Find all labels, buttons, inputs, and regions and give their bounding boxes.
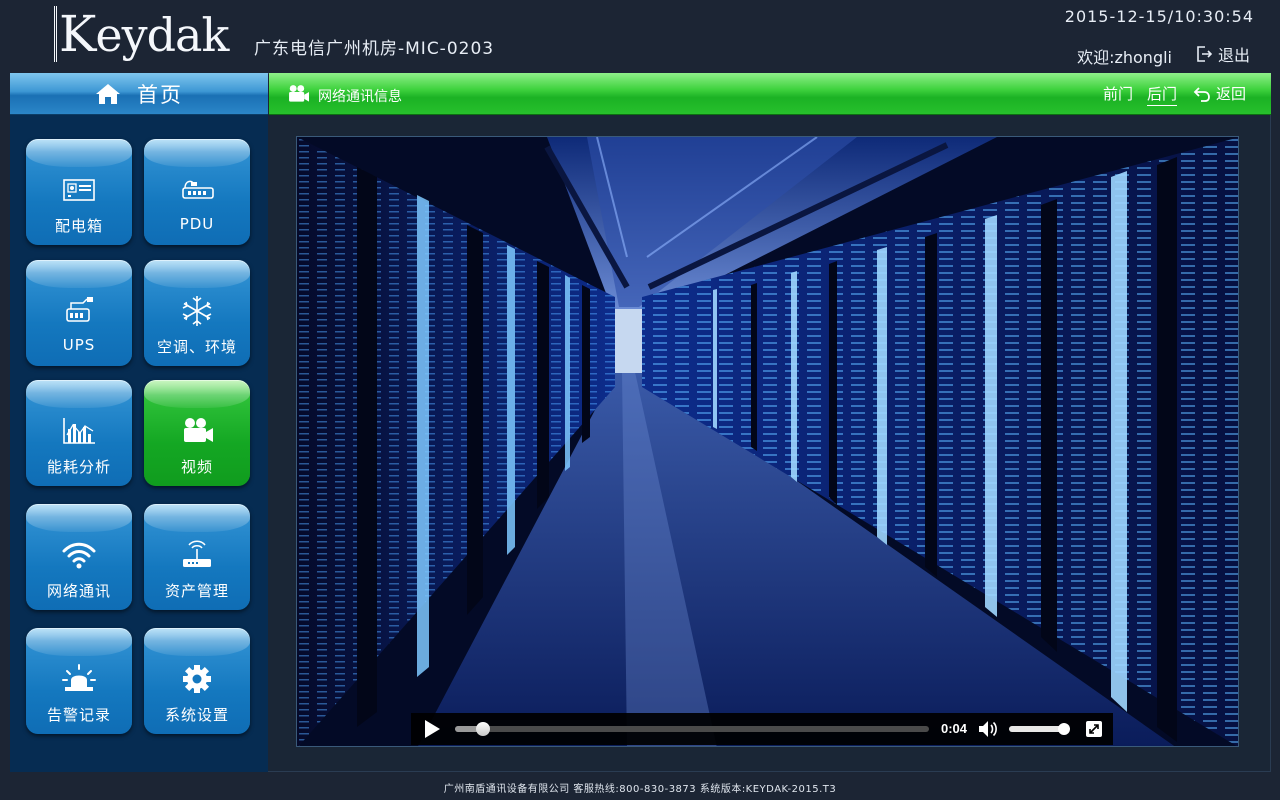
server-corridor-video-frame [297,137,1238,746]
tile-system-settings[interactable]: 系统设置 [144,628,250,734]
fullscreen-icon[interactable] [1085,720,1103,738]
video-camera-icon [289,85,309,102]
video-camera-icon [184,418,213,442]
play-icon[interactable] [423,719,441,739]
home-button[interactable]: 首页 [10,73,268,115]
video-player[interactable]: 0:04 [296,136,1239,747]
gear-icon [183,665,211,693]
tile-ups[interactable]: UPS [26,260,132,366]
sidebar: 首页 配电箱 PDU UPS 空调、环境 能耗分析 视频 网络通讯 资产管理 告… [10,73,268,772]
tile-alarm-records[interactable]: 告警记录 [26,628,132,734]
footer-info: 广州南盾通讯设备有限公司 客服热线:800-830-3873 系统版本:KEYD… [443,784,837,795]
seek-handle[interactable] [476,722,491,736]
tile-asset-management[interactable]: 资产管理 [144,504,250,610]
rear-door-tab[interactable]: 后门 [1147,83,1178,106]
tile-pdu[interactable]: PDU [144,139,250,245]
pdu-icon [182,180,214,199]
content-title-bar: 网络通讯信息 前门 后门 返回 [269,73,1271,115]
undo-arrow-icon [1193,86,1210,102]
volume-icon[interactable] [977,719,999,739]
datetime-display: 2015-12-15/10:30:54 [1064,7,1254,26]
router-icon [183,540,211,567]
ups-icon [66,297,93,322]
wifi-icon [62,542,96,569]
site-title: 广东电信广州机房-MIC-0203 [254,39,495,59]
snowflake-icon [182,296,212,326]
tile-video[interactable]: 视频 [144,380,250,486]
front-door-tab[interactable]: 前门 [1103,83,1133,104]
logout-icon [1197,46,1213,62]
tile-air-conditioning[interactable]: 空调、环境 [144,260,250,366]
content-title: 网络通讯信息 [318,89,402,105]
tile-energy-analysis[interactable]: 能耗分析 [26,380,132,486]
back-button[interactable]: 返回 [1193,83,1246,104]
tile-distribution-box[interactable]: 配电箱 [26,139,132,245]
seek-bar[interactable] [455,722,929,736]
logout-button[interactable]: 退出 [1195,42,1250,66]
volume-level [1009,726,1065,732]
tile-network[interactable]: 网络通讯 [26,504,132,610]
volume-handle[interactable] [1058,723,1071,735]
current-time: 0:04 [941,721,968,736]
volume-slider[interactable] [1009,723,1071,735]
home-icon [96,83,120,104]
bar-chart-icon [63,418,95,444]
alarm-icon [62,664,96,691]
header: Keydak 广东电信广州机房-MIC-0203 2015-12-15/10:3… [0,0,1280,72]
distribution-box-icon [63,179,95,201]
video-controls: 0:04 [411,713,1113,745]
welcome-user: 欢迎:zhongli [1077,48,1172,67]
keydak-logo: Keydak [54,6,229,63]
